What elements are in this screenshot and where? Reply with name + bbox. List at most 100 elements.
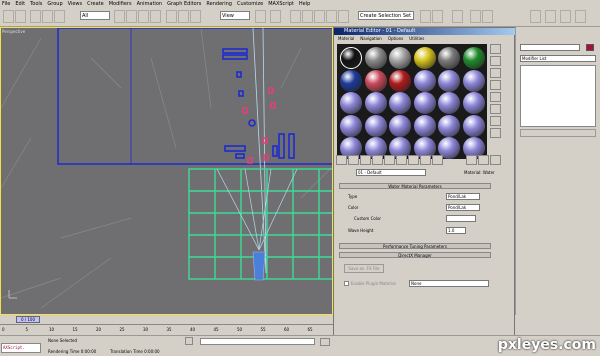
material-sample-sphere[interactable]: [340, 92, 362, 114]
menu-item-0[interactable]: File: [2, 1, 10, 7]
unlink-icon[interactable]: [42, 10, 53, 23]
render-frame-icon[interactable]: [560, 10, 571, 23]
menu-item-5[interactable]: Create: [87, 1, 104, 7]
custom-color-swatch[interactable]: [446, 215, 476, 222]
unique-icon[interactable]: [396, 155, 407, 165]
rollout-water-params[interactable]: Water Material Parameters: [339, 183, 491, 189]
link-icon[interactable]: [30, 10, 41, 23]
percent-snap-icon[interactable]: [314, 10, 325, 23]
material-type-button[interactable]: Material: Water: [464, 170, 495, 175]
edit-named-selection-icon[interactable]: [338, 10, 349, 23]
menu-item-1[interactable]: Edit: [15, 1, 25, 7]
key-mode-icon[interactable]: [320, 338, 330, 346]
menu-item-7[interactable]: Animation: [137, 1, 163, 7]
menu-item-10[interactable]: Customize: [237, 1, 263, 7]
copy-material-icon[interactable]: [384, 155, 395, 165]
pivot-icon[interactable]: [255, 10, 266, 23]
material-sample-sphere[interactable]: [438, 47, 460, 69]
put-to-scene-icon[interactable]: [348, 155, 359, 165]
object-name-field[interactable]: [520, 44, 580, 51]
move-icon[interactable]: [166, 10, 177, 23]
selection-filter-dropdown[interactable]: All: [80, 11, 110, 20]
rotate-icon[interactable]: [178, 10, 189, 23]
select-manipulate-icon[interactable]: [270, 10, 281, 23]
time-slider[interactable]: 0 / 100: [16, 316, 40, 323]
menu-item-3[interactable]: Group: [47, 1, 62, 7]
region-select-icon[interactable]: [138, 10, 149, 23]
select-object-icon[interactable]: [114, 10, 125, 23]
schematic-view-icon[interactable]: [482, 10, 493, 23]
perspective-viewport[interactable]: Perspective: [0, 27, 333, 315]
material-sample-sphere[interactable]: [364, 92, 387, 114]
lock-icon[interactable]: [185, 337, 193, 345]
scale-icon[interactable]: [190, 10, 201, 23]
plugin-dropdown[interactable]: None: [409, 280, 489, 287]
curve-editor-icon[interactable]: [470, 10, 481, 23]
material-id-icon[interactable]: [420, 155, 431, 165]
material-sample-sphere[interactable]: [413, 114, 436, 137]
rollout-directx[interactable]: DirectX Manager: [339, 252, 491, 258]
menu-item-6[interactable]: Modifiers: [109, 1, 132, 7]
material-sample-sphere[interactable]: [413, 69, 436, 92]
material-sample-sphere[interactable]: [438, 114, 460, 137]
coordinate-fields[interactable]: [200, 338, 315, 345]
stack-toolbar[interactable]: [520, 129, 596, 137]
undo-icon[interactable]: [3, 10, 14, 23]
show-map-icon[interactable]: [432, 155, 443, 165]
backlight-icon[interactable]: [490, 56, 501, 66]
mat-menu-item-0[interactable]: Material: [338, 36, 354, 41]
material-sample-sphere[interactable]: [389, 47, 411, 69]
material-sample-sphere[interactable]: [340, 47, 362, 69]
menu-item-9[interactable]: Rendering: [206, 1, 232, 7]
material-sample-sphere[interactable]: [438, 69, 460, 92]
save-fx-button[interactable]: Save as .FX File: [344, 264, 384, 273]
material-sample-sphere[interactable]: [389, 114, 411, 137]
sample-type-icon[interactable]: [490, 44, 501, 54]
snap-toggle-icon[interactable]: [290, 10, 301, 23]
spinner-snap-icon[interactable]: [326, 10, 337, 23]
rollout-performance[interactable]: Performance Tuning Parameters: [339, 243, 491, 249]
menu-item-12[interactable]: Help: [299, 1, 310, 7]
window-crossing-icon[interactable]: [150, 10, 161, 23]
mat-menu-item-1[interactable]: Navigation: [360, 36, 382, 41]
material-sample-sphere[interactable]: [413, 92, 436, 114]
material-editor-icon[interactable]: [530, 10, 541, 23]
options-icon[interactable]: [490, 116, 501, 126]
reset-map-icon[interactable]: [372, 155, 383, 165]
mat-menu-item-3[interactable]: Utilities: [409, 36, 424, 41]
assign-material-icon[interactable]: [360, 155, 371, 165]
maxscript-listener[interactable]: AXScript.: [1, 343, 41, 353]
bind-space-warp-icon[interactable]: [54, 10, 65, 23]
go-sibling-icon[interactable]: [490, 155, 501, 165]
material-sample-sphere[interactable]: [389, 69, 411, 92]
angle-snap-icon[interactable]: [302, 10, 313, 23]
get-material-icon[interactable]: [336, 155, 347, 165]
make-preview-icon[interactable]: [490, 104, 501, 114]
align-icon[interactable]: [432, 10, 443, 23]
go-parent-icon[interactable]: [478, 155, 489, 165]
color-dropdown[interactable]: Pond/Lak: [446, 204, 480, 211]
layer-manager-icon[interactable]: [452, 10, 463, 23]
quick-render-icon[interactable]: [575, 10, 586, 23]
show-end-result-icon[interactable]: [466, 155, 477, 165]
render-setup-icon[interactable]: [545, 10, 556, 23]
background-icon[interactable]: [490, 68, 501, 78]
mat-menu-item-2[interactable]: Options: [388, 36, 403, 41]
material-sample-sphere[interactable]: [462, 92, 485, 114]
wave-height-spinner[interactable]: 1.0: [446, 227, 466, 234]
enable-plugin-checkbox[interactable]: [344, 281, 349, 286]
timeline-ruler[interactable]: 0 5 10 15 20 25 30 35 40 45 50 55 60 65: [0, 324, 333, 334]
modifier-stack[interactable]: [520, 65, 596, 127]
material-sample-sphere[interactable]: [364, 47, 387, 69]
put-to-library-icon[interactable]: [408, 155, 419, 165]
material-sample-sphere[interactable]: [413, 47, 436, 69]
material-sample-sphere[interactable]: [462, 47, 485, 69]
material-name-field[interactable]: 01 - Default: [356, 169, 426, 176]
material-sample-sphere[interactable]: [364, 114, 387, 137]
object-color-swatch[interactable]: [586, 44, 594, 51]
menu-item-8[interactable]: Graph Editors: [167, 1, 201, 7]
menu-item-11[interactable]: MAXScript: [268, 1, 294, 7]
material-sample-sphere[interactable]: [364, 69, 387, 92]
material-sample-sphere[interactable]: [462, 114, 485, 137]
redo-icon[interactable]: [15, 10, 26, 23]
